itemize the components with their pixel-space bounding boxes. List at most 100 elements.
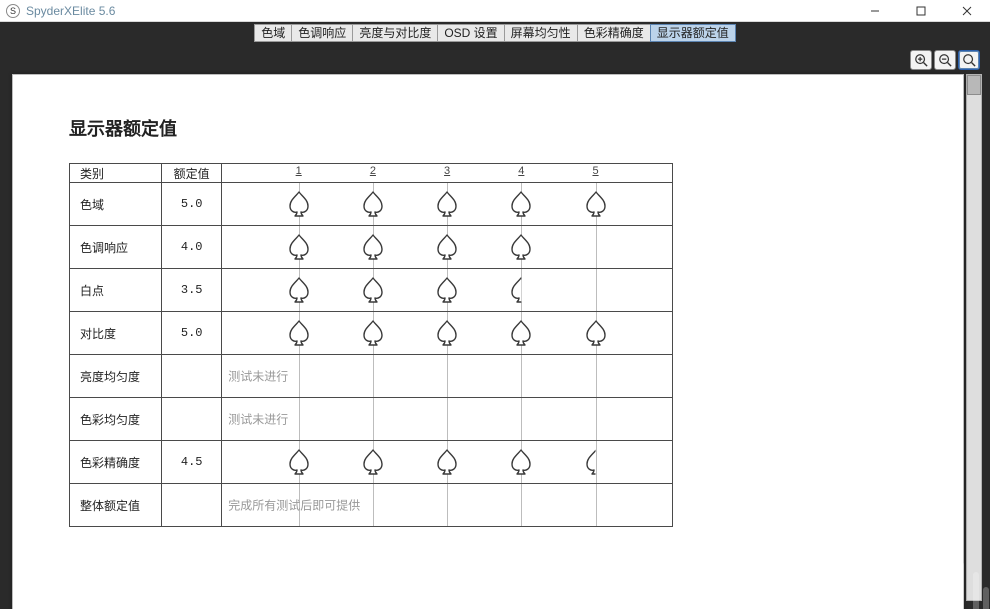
tab-0[interactable]: 色域	[254, 24, 292, 42]
scale-label: 2	[370, 165, 376, 177]
cell-category: 色调响应	[70, 226, 162, 269]
spade-icon	[506, 233, 536, 261]
cell-category: 色域	[70, 183, 162, 226]
col-header-value: 额定值	[162, 164, 222, 183]
spade-icon	[358, 190, 388, 218]
cell-category: 亮度均匀度	[70, 355, 162, 398]
spade-half-icon	[581, 448, 611, 476]
spade-icon	[358, 276, 388, 304]
grid-line	[299, 355, 300, 397]
cell-graph: 测试未进行	[222, 355, 673, 398]
grid-line	[596, 355, 597, 397]
scale-label: 1	[296, 165, 302, 177]
spade-icon	[284, 190, 314, 218]
row-note: 测试未进行	[228, 368, 288, 385]
grid-line	[373, 398, 374, 440]
cell-graph: 测试未进行	[222, 398, 673, 441]
grid-line	[596, 484, 597, 526]
grid-line	[521, 398, 522, 440]
watermark-icon	[936, 555, 990, 609]
cell-value	[162, 355, 222, 398]
close-button[interactable]	[944, 0, 990, 22]
cell-graph	[222, 269, 673, 312]
spade-icon	[506, 319, 536, 347]
ratings-table: 类别 额定值 12345 色域5.0 色调响应4.0 白点3.5 对比度5.0 …	[69, 163, 673, 527]
spade-icon	[581, 190, 611, 218]
spade-icon	[284, 319, 314, 347]
vertical-scrollbar[interactable]	[966, 74, 982, 601]
scrollbar-thumb[interactable]	[967, 75, 981, 95]
cell-category: 色彩均匀度	[70, 398, 162, 441]
cell-value: 3.5	[162, 269, 222, 312]
cell-graph: 完成所有测试后即可提供	[222, 484, 673, 527]
zoom-out-button[interactable]	[934, 50, 956, 70]
cell-value	[162, 398, 222, 441]
cell-value: 4.5	[162, 441, 222, 484]
cell-graph	[222, 226, 673, 269]
spade-icon	[506, 190, 536, 218]
table-row: 亮度均匀度 测试未进行	[70, 355, 673, 398]
zoom-fit-button[interactable]	[958, 50, 980, 70]
table-row: 整体额定值 完成所有测试后即可提供	[70, 484, 673, 527]
zoom-in-button[interactable]	[910, 50, 932, 70]
cell-category: 白点	[70, 269, 162, 312]
grid-line	[373, 355, 374, 397]
grid-line	[521, 355, 522, 397]
window-titlebar: S SpyderXElite 5.6	[0, 0, 990, 22]
maximize-button[interactable]	[898, 0, 944, 22]
grid-line	[299, 398, 300, 440]
tab-5[interactable]: 色彩精确度	[577, 24, 651, 42]
spade-icon	[284, 448, 314, 476]
cell-graph	[222, 183, 673, 226]
tab-3[interactable]: OSD 设置	[437, 24, 504, 42]
page-title: 显示器额定值	[69, 115, 923, 141]
spade-icon	[506, 448, 536, 476]
cell-graph	[222, 441, 673, 484]
spade-half-icon	[506, 276, 536, 304]
spade-icon	[284, 276, 314, 304]
spade-icon	[358, 319, 388, 347]
tab-4[interactable]: 屏幕均匀性	[504, 24, 578, 42]
row-note: 测试未进行	[228, 411, 288, 428]
table-row: 色彩精确度4.5	[70, 441, 673, 484]
cell-value: 4.0	[162, 226, 222, 269]
grid-line	[447, 355, 448, 397]
cell-value	[162, 484, 222, 527]
table-row: 色彩均匀度 测试未进行	[70, 398, 673, 441]
table-row: 对比度5.0	[70, 312, 673, 355]
minimize-button[interactable]	[852, 0, 898, 22]
scale-label: 4	[518, 165, 524, 177]
tab-1[interactable]: 色调响应	[291, 24, 353, 42]
spade-icon	[284, 233, 314, 261]
table-row: 色域5.0	[70, 183, 673, 226]
grid-line	[596, 398, 597, 440]
grid-line	[447, 484, 448, 526]
cell-category: 色彩精确度	[70, 441, 162, 484]
cell-value: 5.0	[162, 183, 222, 226]
spade-icon	[432, 190, 462, 218]
window-title: SpyderXElite 5.6	[26, 4, 115, 18]
canvas-area: 显示器额定值 类别 额定值 12345 色域5.0 色调响应4.0 白点3.5	[0, 44, 990, 609]
cell-category: 整体额定值	[70, 484, 162, 527]
grid-line	[447, 398, 448, 440]
tab-2[interactable]: 亮度与对比度	[352, 24, 438, 42]
spade-icon	[432, 276, 462, 304]
scale-label: 3	[444, 165, 450, 177]
spade-icon	[432, 233, 462, 261]
spade-icon	[432, 319, 462, 347]
zoom-toolbar	[910, 50, 980, 70]
tab-6[interactable]: 显示器额定值	[650, 24, 736, 42]
report-page: 显示器额定值 类别 额定值 12345 色域5.0 色调响应4.0 白点3.5	[12, 74, 964, 609]
col-header-scale: 12345	[222, 164, 673, 183]
cell-graph	[222, 312, 673, 355]
grid-line	[521, 484, 522, 526]
grid-line	[373, 484, 374, 526]
tabstrip: 色域色调响应亮度与对比度OSD 设置屏幕均匀性色彩精确度显示器额定值	[0, 22, 990, 44]
cell-value: 5.0	[162, 312, 222, 355]
table-row: 色调响应4.0	[70, 226, 673, 269]
app-icon: S	[6, 4, 20, 18]
table-row: 白点3.5	[70, 269, 673, 312]
spade-icon	[358, 233, 388, 261]
row-note: 完成所有测试后即可提供	[228, 497, 360, 514]
app-body: 色域色调响应亮度与对比度OSD 设置屏幕均匀性色彩精确度显示器额定值 显示器额定…	[0, 22, 990, 609]
